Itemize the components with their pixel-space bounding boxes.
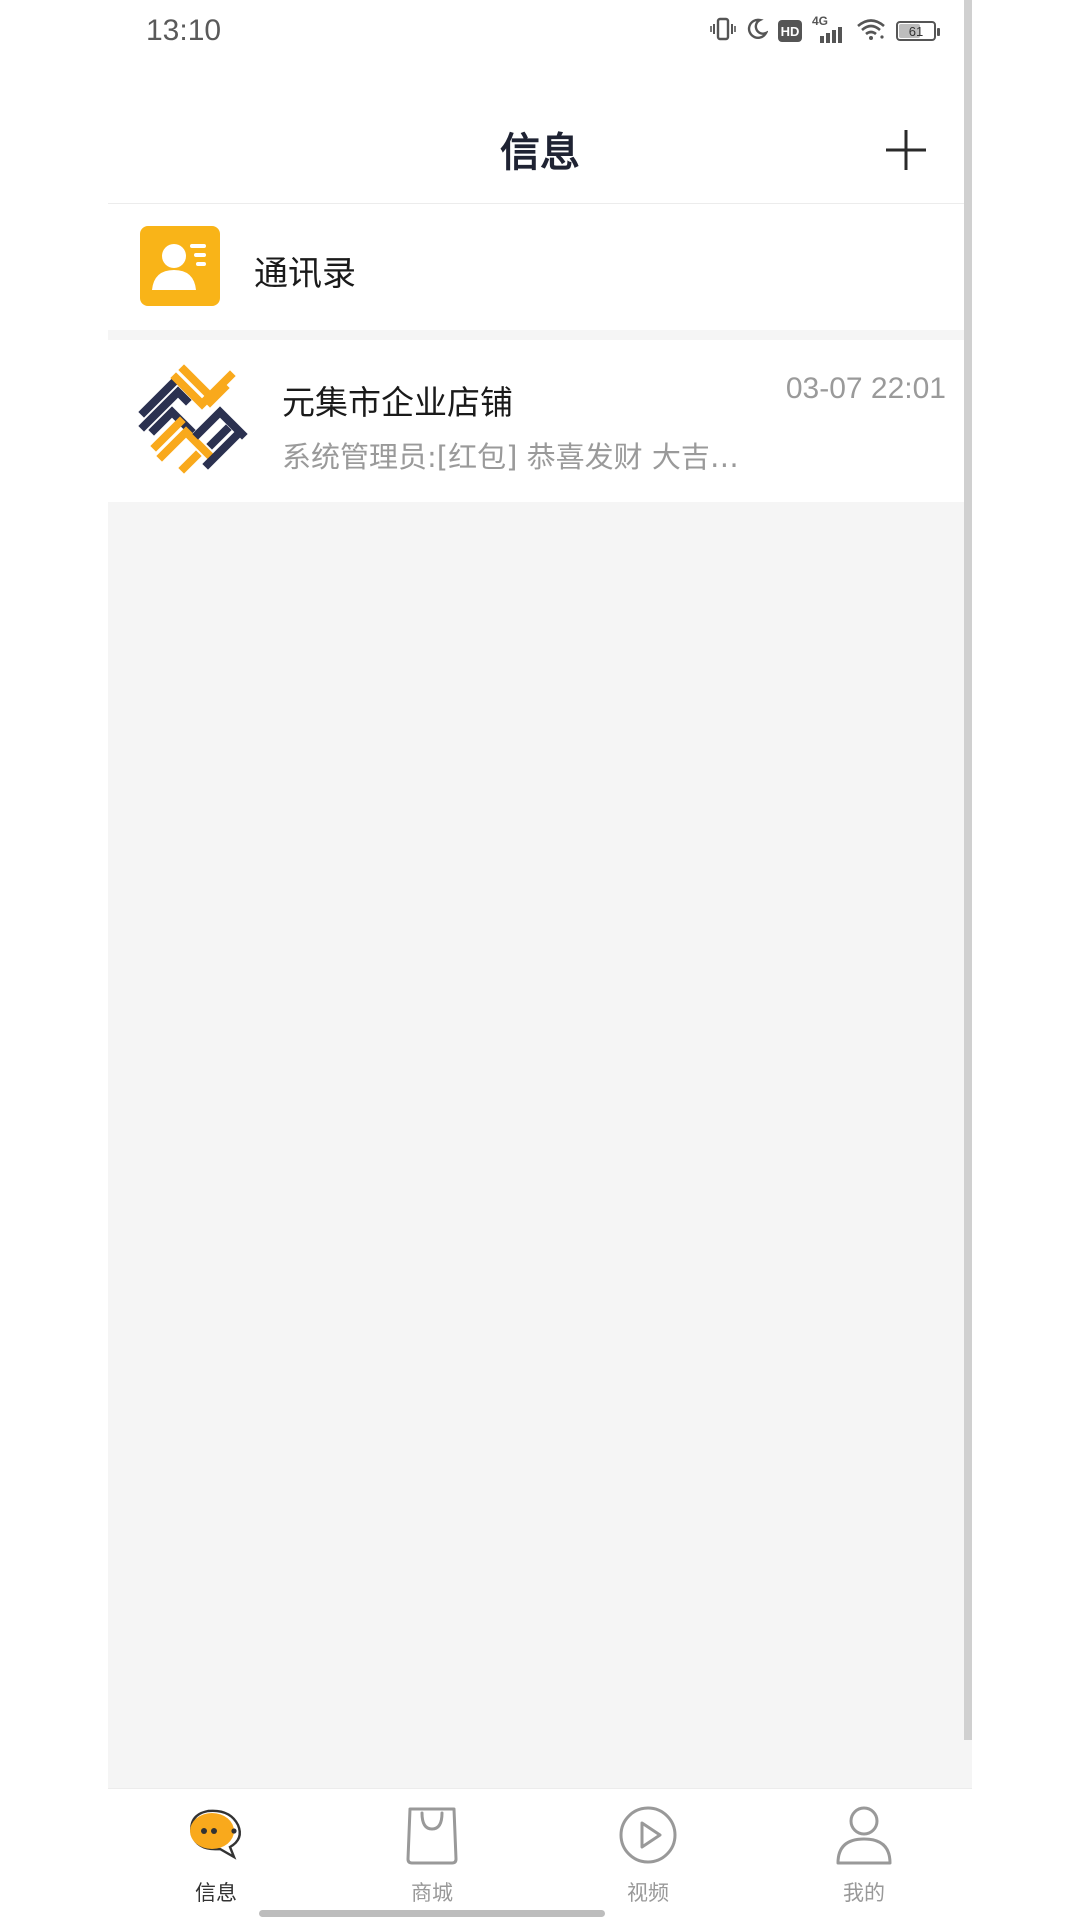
conversation-preview: 系统管理员:[红包] 恭喜发财 大吉… [282, 440, 739, 474]
conversation-item[interactable]: 元集市企业店铺 03-07 22:01 系统管理员:[红包] 恭喜发财 大吉… [108, 340, 972, 502]
vibrate-icon [710, 17, 736, 45]
scrollbar[interactable] [964, 0, 972, 1740]
nav-item-video[interactable]: 视频 [540, 1789, 756, 1920]
status-icons: HD 4G 61 [710, 14, 940, 46]
battery-level: 61 [908, 23, 924, 39]
bottom-nav: 信息 商城 视频 我的 [108, 1788, 972, 1920]
battery-icon: 61 [896, 21, 940, 41]
chat-bubble-icon [190, 1809, 241, 1860]
shop-logo-icon [138, 364, 248, 474]
page-title: 信息 [500, 130, 580, 176]
nav-label-mall: 商城 [411, 1881, 453, 1905]
conversation-name: 元集市企业店铺 [282, 383, 513, 422]
status-time: 13:10 [146, 14, 222, 47]
home-indicator[interactable] [259, 1910, 605, 1917]
play-circle-icon [619, 1806, 677, 1864]
nav-item-messages[interactable]: 信息 [108, 1789, 324, 1920]
status-bar: 13:10 HD 4G 61 [108, 0, 972, 62]
contacts-label: 通讯录 [254, 254, 356, 294]
conversation-time: 03-07 22:01 [785, 372, 946, 405]
signal-4g-icon: 4G [812, 14, 846, 44]
add-button[interactable] [882, 126, 930, 174]
wifi-icon [856, 17, 886, 45]
nav-item-mall[interactable]: 商城 [324, 1789, 540, 1920]
moon-icon [746, 18, 769, 44]
header: 信息 [108, 62, 972, 204]
user-icon [836, 1806, 892, 1865]
plus-icon [886, 130, 926, 170]
nav-label-messages: 信息 [195, 1881, 237, 1905]
nav-label-profile: 我的 [843, 1881, 885, 1905]
nav-label-video: 视频 [627, 1881, 669, 1905]
contacts-entry[interactable]: 通讯录 [108, 204, 972, 330]
hd-icon: HD [778, 20, 802, 42]
shopping-bag-icon [406, 1807, 458, 1865]
nav-item-profile[interactable]: 我的 [756, 1789, 972, 1920]
contact-card-icon [140, 226, 220, 306]
messages-screen: 13:10 HD 4G 61 信息 通讯录 元集市企业店铺 03-07 22:0… [108, 0, 972, 1920]
